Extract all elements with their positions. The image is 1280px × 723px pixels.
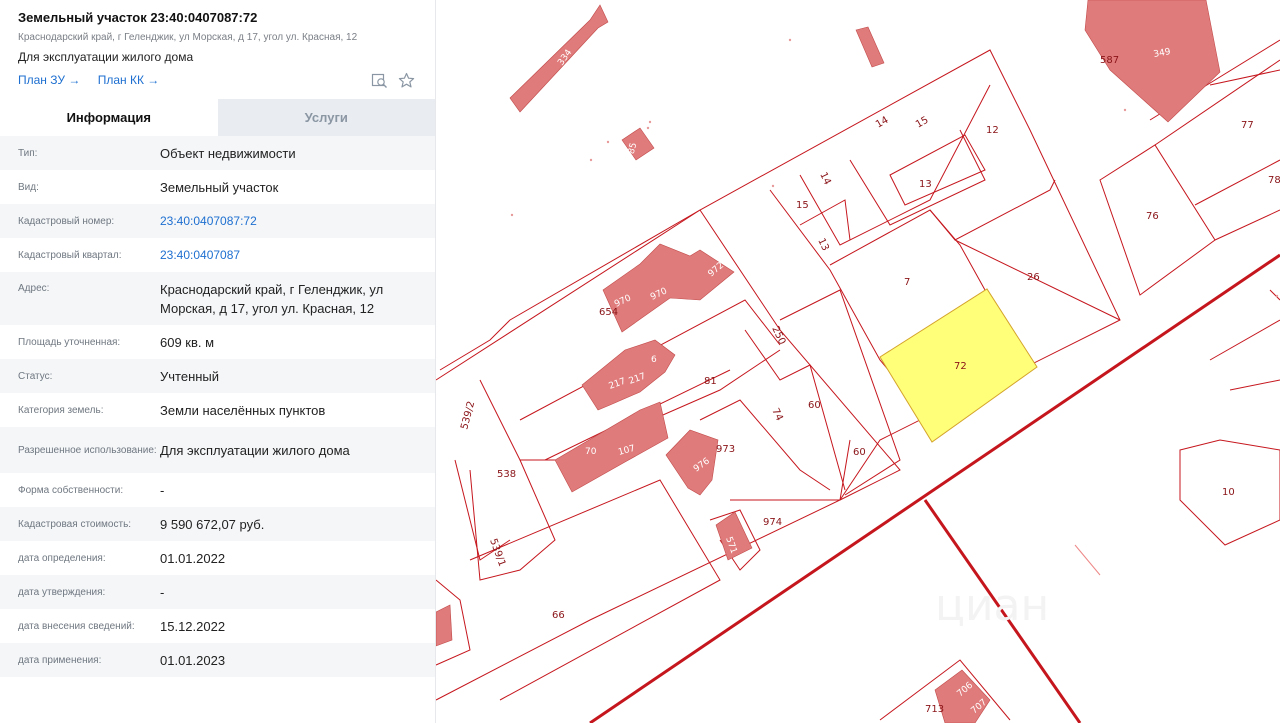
label-26: 26: [1027, 272, 1040, 283]
header-actions: [371, 72, 415, 89]
table-row: дата определения: 01.01.2022: [0, 541, 435, 575]
table-row: дата утверждения: -: [0, 575, 435, 609]
label-66: 66: [552, 610, 565, 621]
label-14b: 14: [817, 171, 832, 187]
watermark: циан: [935, 580, 1049, 631]
label-74: 74: [769, 407, 784, 423]
label-974: 974: [763, 517, 782, 528]
table-row: Адрес: Краснодарский край, г Геленджик, у…: [0, 272, 435, 325]
field-key: Форма собственности:: [18, 484, 124, 496]
cadastral-number-link[interactable]: 23:40:0407087:72: [160, 212, 435, 231]
label-70: 70: [585, 447, 597, 457]
label-15: 15: [914, 115, 931, 131]
panel-header: Земельный участок 23:40:0407087:72 Красн…: [0, 0, 435, 99]
tab-services[interactable]: Услуги: [217, 99, 435, 136]
label-60b: 60: [853, 447, 866, 458]
star-icon[interactable]: [398, 72, 415, 89]
label-14: 14: [874, 115, 891, 131]
field-value: 01.01.2023: [160, 652, 226, 668]
label-15b: 15: [796, 200, 809, 211]
field-key: Площадь уточненная:: [18, 336, 121, 348]
plan-zu-link[interactable]: План ЗУ →: [18, 73, 80, 87]
field-value: Учтенный: [160, 368, 220, 384]
object-address: Краснодарский край, г Геленджик, ул Морс…: [18, 32, 358, 43]
label-587: 587: [1100, 55, 1119, 66]
label-713: 713: [925, 704, 944, 715]
field-value: Земли населённых пунктов: [160, 402, 326, 418]
field-key: Кадастровый квартал:: [18, 249, 122, 261]
field-key: Разрешенное использование:: [18, 444, 157, 456]
table-row: Вид: Земельный участок: [0, 170, 435, 204]
field-key: Вид:: [18, 181, 39, 193]
label-81: 81: [704, 376, 717, 387]
field-value: 15.12.2022: [160, 618, 226, 634]
label-7: 7: [904, 277, 910, 288]
field-key: дата утверждения:: [18, 586, 106, 598]
label-6: 6: [651, 355, 657, 365]
field-key: дата применения:: [18, 654, 102, 666]
search-map-icon[interactable]: [371, 72, 388, 89]
label-78: 78: [1268, 175, 1280, 186]
table-row: Кадастровая стоимость: 9 590 672,07 руб.: [0, 507, 435, 541]
field-key: Тип:: [18, 147, 38, 159]
field-value: 01.01.2022: [160, 550, 226, 566]
field-value: Краснодарский край, г Геленджик, ул Морс…: [160, 281, 384, 316]
object-title: Земельный участок 23:40:0407087:72: [18, 10, 258, 25]
label-539-2: 539/2: [459, 400, 477, 431]
field-value: -: [160, 482, 165, 498]
table-row: дата применения: 01.01.2023: [0, 643, 435, 677]
field-key: Кадастровый номер:: [18, 215, 115, 227]
plan-links: План ЗУ → План КК →: [18, 73, 173, 87]
field-key: Кадастровая стоимость:: [18, 518, 132, 530]
field-key: Адрес:: [18, 283, 50, 294]
label-13: 13: [919, 179, 932, 190]
label-10: 10: [1222, 487, 1235, 498]
label-12: 12: [986, 125, 999, 136]
table-row: Кадастровый квартал: 23:40:0407087: [0, 238, 435, 272]
field-value: Объект недвижимости: [160, 145, 296, 161]
table-row: Площадь уточненная: 609 кв. м: [0, 325, 435, 359]
tabs: Информация Услуги: [0, 99, 435, 136]
label-538: 538: [497, 469, 516, 480]
field-value: 9 590 672,07 руб.: [160, 516, 265, 532]
field-key: Статус:: [18, 370, 53, 382]
object-use: Для эксплуатации жилого дома: [18, 50, 194, 64]
table-row: Статус: Учтенный: [0, 359, 435, 393]
table-row: Тип: Объект недвижимости: [0, 136, 435, 170]
info-table: Тип: Объект недвижимости Вид: Земельный уч…: [0, 136, 435, 677]
plan-kk-link[interactable]: План КК →: [98, 73, 160, 87]
info-panel: Земельный участок 23:40:0407087:72 Красн…: [0, 0, 436, 723]
tab-info[interactable]: Информация: [0, 99, 218, 136]
table-row: дата внесения сведений: 15.12.2022: [0, 609, 435, 643]
field-value: -: [160, 584, 165, 600]
table-row: Форма собственности: -: [0, 473, 435, 507]
table-row: Разрешенное использование: Для эксплуатац…: [0, 427, 435, 473]
field-value: 609 кв. м: [160, 334, 215, 350]
field-value: Земельный участок: [160, 179, 279, 195]
table-row: Кадастровый номер: 23:40:0407087:72: [0, 204, 435, 238]
label-76: 76: [1146, 211, 1159, 222]
field-key: Категория земель:: [18, 404, 104, 416]
field-key: дата внесения сведений:: [18, 620, 135, 632]
label-60: 60: [808, 400, 821, 411]
field-key: дата определения:: [18, 552, 106, 564]
label-13b: 13: [815, 237, 830, 253]
label-973: 973: [716, 444, 735, 455]
label-77: 77: [1241, 120, 1254, 131]
label-72: 72: [954, 361, 967, 372]
label-250: 250: [769, 325, 787, 347]
field-value: Для эксплуатации жилого дома: [160, 442, 350, 458]
cadastral-quarter-link[interactable]: 23:40:0407087: [160, 246, 435, 265]
label-654: 654: [599, 307, 618, 318]
table-row: Категория земель: Земли населённых пункто…: [0, 393, 435, 427]
